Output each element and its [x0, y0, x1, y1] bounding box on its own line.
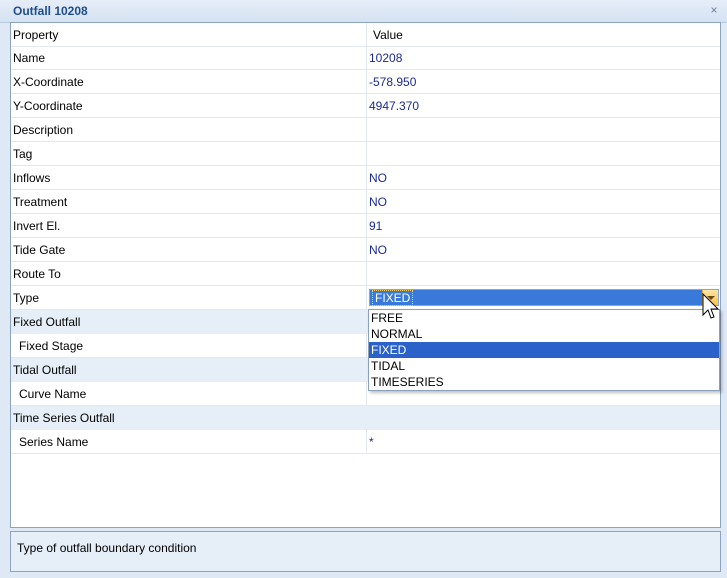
property-label: Tide Gate	[13, 243, 66, 257]
row-type[interactable]: Type FIXED	[11, 286, 720, 310]
row-tag[interactable]: Tag	[11, 142, 720, 166]
property-label: Tag	[13, 147, 33, 161]
row-invert-el[interactable]: Invert El. 91	[11, 214, 720, 238]
row-name[interactable]: Name 10208	[11, 46, 720, 70]
row-y-coordinate[interactable]: Y-Coordinate 4947.370	[11, 94, 720, 118]
property-label: Route To	[13, 267, 61, 281]
type-combobox-value: FIXED	[371, 290, 414, 306]
grid-header: Property Value	[11, 23, 720, 47]
property-label: X-Coordinate	[13, 75, 84, 89]
option-normal[interactable]: NORMAL	[369, 326, 719, 342]
property-value[interactable]: NO	[369, 195, 387, 209]
option-free[interactable]: FREE	[369, 310, 719, 326]
property-label: Invert El.	[13, 219, 61, 233]
property-label: Fixed Stage	[19, 339, 84, 353]
property-value[interactable]: 91	[369, 219, 382, 233]
option-timeseries[interactable]: TIMESERIES	[369, 374, 719, 390]
category-label: Time Series Outfall	[13, 411, 115, 425]
row-description[interactable]: Description	[11, 118, 720, 142]
property-label: Treatment	[13, 195, 68, 209]
row-tide-gate[interactable]: Tide Gate NO	[11, 238, 720, 262]
type-combobox[interactable]: FIXED	[369, 289, 719, 306]
mouse-cursor-icon	[702, 293, 720, 319]
description-text: Type of outfall boundary condition	[17, 541, 197, 555]
close-icon[interactable]: ×	[708, 3, 720, 17]
option-tidal[interactable]: TIDAL	[369, 358, 719, 374]
row-x-coordinate[interactable]: X-Coordinate -578.950	[11, 70, 720, 94]
category-label: Tidal Outfall	[13, 363, 77, 377]
property-column-header: Property	[13, 28, 59, 42]
category-time-series-outfall[interactable]: Time Series Outfall	[11, 406, 720, 430]
property-value[interactable]: NO	[369, 171, 387, 185]
title-bar: Outfall 10208 ×	[0, 0, 727, 23]
property-grid: Property Value Name 10208 X-Coordinate -…	[10, 22, 721, 528]
row-inflows[interactable]: Inflows NO	[11, 166, 720, 190]
option-fixed[interactable]: FIXED	[369, 342, 719, 358]
property-label: Series Name	[19, 435, 89, 449]
type-dropdown-list[interactable]: FREE NORMAL FIXED TIDAL TIMESERIES	[368, 309, 720, 391]
property-value[interactable]: *	[369, 435, 374, 449]
property-value[interactable]: 4947.370	[369, 99, 419, 113]
property-label: Name	[13, 51, 46, 65]
property-label: Inflows	[13, 171, 51, 185]
row-series-name[interactable]: Series Name *	[11, 430, 720, 454]
property-value[interactable]: NO	[369, 243, 387, 257]
value-column-header: Value	[373, 28, 403, 42]
row-route-to[interactable]: Route To	[11, 262, 720, 286]
property-label: Type	[13, 291, 40, 305]
property-label: Y-Coordinate	[13, 99, 83, 113]
row-treatment[interactable]: Treatment NO	[11, 190, 720, 214]
property-label: Curve Name	[19, 387, 87, 401]
property-value[interactable]: 10208	[369, 51, 402, 65]
property-value[interactable]: -578.950	[369, 75, 416, 89]
property-label: Description	[13, 123, 74, 137]
window-title: Outfall 10208	[13, 4, 88, 18]
description-panel: Type of outfall boundary condition	[10, 531, 721, 572]
category-label: Fixed Outfall	[13, 315, 81, 329]
